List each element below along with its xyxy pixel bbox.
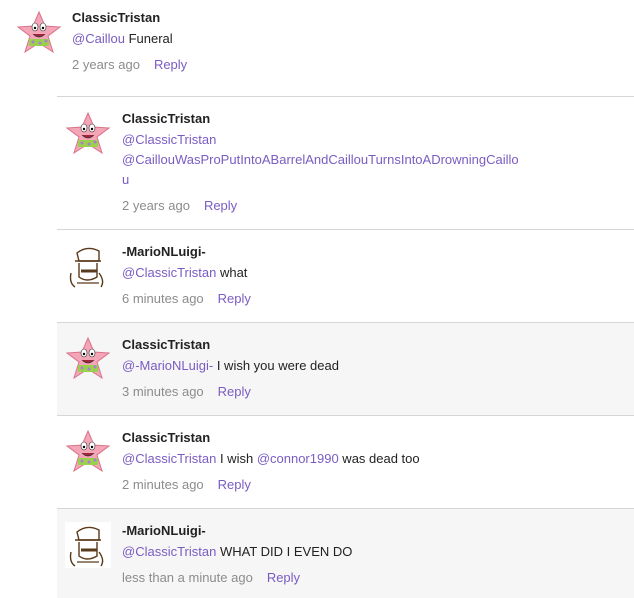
comment-meta: less than a minute ago Reply xyxy=(122,570,300,585)
comment-author[interactable]: -MarioNLuigi- xyxy=(122,523,206,538)
comment-1: ClassicTristan @Caillou Funeral 2 years … xyxy=(0,0,634,96)
comment-body: @-MarioNLuigi- I wish you were dead xyxy=(122,356,339,376)
comment-author[interactable]: ClassicTristan xyxy=(72,10,160,25)
comment-timestamp: 2 years ago xyxy=(122,198,190,213)
comment-timestamp: less than a minute ago xyxy=(122,570,253,585)
reply-button[interactable]: Reply xyxy=(218,384,251,399)
mario-sketch-avatar-icon[interactable] xyxy=(65,522,111,568)
comment-text: was dead too xyxy=(338,451,420,466)
reply-button[interactable]: Reply xyxy=(218,291,251,306)
comment-meta: 3 minutes ago Reply xyxy=(122,384,251,399)
mention-link[interactable]: @ClassicTristan xyxy=(122,544,216,559)
comment-timestamp: 6 minutes ago xyxy=(122,291,204,306)
comment-meta: 2 years ago Reply xyxy=(72,57,187,72)
patrick-star-avatar-icon[interactable] xyxy=(65,336,111,382)
mention-link[interactable]: @-MarioNLuigi- xyxy=(122,358,213,373)
comment-text: WHAT DID I EVEN DO xyxy=(216,544,353,559)
mention-link[interactable]: @ClassicTristan xyxy=(122,265,216,280)
comment-timestamp: 2 years ago xyxy=(72,57,140,72)
mention-link[interactable]: @CaillouWasProPutIntoABarrelAndCaillouTu… xyxy=(122,152,519,187)
reply-comment-5: ClassicTristan @ClassicTristan I wish @c… xyxy=(57,415,634,509)
comment-text: I wish xyxy=(216,451,257,466)
comment-body: @Caillou Funeral xyxy=(72,29,173,49)
reply-button[interactable]: Reply xyxy=(204,198,237,213)
comment-body: @ClassicTristan I wish @connor1990 was d… xyxy=(122,449,420,469)
reply-button[interactable]: Reply xyxy=(218,477,251,492)
patrick-star-avatar-icon[interactable] xyxy=(65,429,111,475)
reply-comment-4: ClassicTristan @-MarioNLuigi- I wish you… xyxy=(57,322,634,416)
reply-button[interactable]: Reply xyxy=(267,570,300,585)
comment-author[interactable]: ClassicTristan xyxy=(122,111,210,126)
mention-link[interactable]: @connor1990 xyxy=(257,451,339,466)
mention-link[interactable]: @ClassicTristan xyxy=(122,451,216,466)
comment-meta: 6 minutes ago Reply xyxy=(122,291,251,306)
comment-meta: 2 minutes ago Reply xyxy=(122,477,251,492)
comment-text: I wish you were dead xyxy=(213,358,339,373)
comment-text: what xyxy=(216,265,248,280)
comment-timestamp: 2 minutes ago xyxy=(122,477,204,492)
comment-text: Funeral xyxy=(124,31,173,46)
comment-author[interactable]: ClassicTristan xyxy=(122,337,210,352)
comment-body: @ClassicTristan what xyxy=(122,263,247,283)
patrick-star-avatar-icon[interactable] xyxy=(65,111,111,157)
comment-meta: 2 years ago Reply xyxy=(122,198,237,213)
comment-author[interactable]: ClassicTristan xyxy=(122,430,210,445)
patrick-star-avatar-icon[interactable] xyxy=(16,10,62,56)
reply-button[interactable]: Reply xyxy=(154,57,187,72)
reply-comment-6: -MarioNLuigi- @ClassicTristan WHAT DID I… xyxy=(57,508,634,598)
mention-link[interactable]: @ClassicTristan xyxy=(122,132,216,147)
reply-comment-3: -MarioNLuigi- @ClassicTristan what 6 min… xyxy=(57,229,634,323)
mario-sketch-avatar-icon[interactable] xyxy=(65,243,111,289)
reply-comment-2: ClassicTristan @ClassicTristan @CaillouW… xyxy=(57,96,634,230)
mention-link[interactable]: @Caillou xyxy=(72,31,125,46)
comment-body: @ClassicTristan @CaillouWasProPutIntoABa… xyxy=(122,130,522,190)
comment-body: @ClassicTristan WHAT DID I EVEN DO xyxy=(122,542,352,562)
comment-timestamp: 3 minutes ago xyxy=(122,384,204,399)
comment-author[interactable]: -MarioNLuigi- xyxy=(122,244,206,259)
